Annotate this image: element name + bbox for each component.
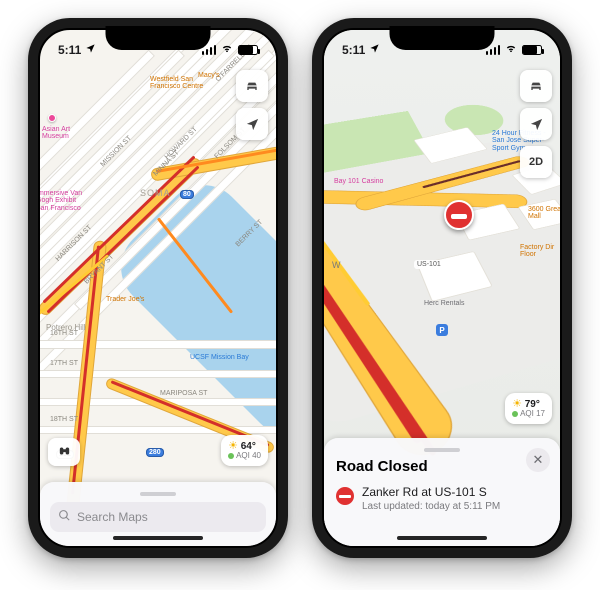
map-mode-button[interactable] [236, 70, 268, 102]
close-button[interactable]: ✕ [526, 448, 550, 472]
poi-label: Bay 101 Casino [334, 178, 383, 185]
poi-label: Potrero Hill [46, 324, 86, 332]
sheet-handle[interactable] [140, 492, 176, 496]
locate-me-button[interactable] [520, 108, 552, 140]
no-entry-icon [336, 487, 354, 505]
weather-pill[interactable]: ☀︎ 64° AQI 40 [221, 435, 268, 466]
sheet-title: Road Closed [336, 458, 550, 475]
map-mode-button[interactable] [520, 70, 552, 102]
shield-us101: US-101 [414, 260, 444, 269]
poi-label: Immersive Van Gogh Exhibit San Francisco [38, 190, 88, 212]
battery-icon [238, 45, 258, 55]
poi-label: Asian Art Museum [42, 126, 88, 141]
home-indicator[interactable] [397, 536, 487, 540]
poi-label: Macy's [198, 72, 220, 79]
location-arrow-icon [85, 43, 96, 57]
phone-right: 5:11 [312, 18, 572, 558]
road-closed-marker[interactable] [444, 200, 474, 230]
incident-title: Zanker Rd at US-101 S [362, 485, 500, 499]
look-around-button[interactable] [48, 438, 80, 466]
street-label: 17TH ST [50, 360, 78, 367]
home-indicator[interactable] [113, 536, 203, 540]
close-icon: ✕ [533, 452, 544, 468]
map[interactable]: O'FARRELL ST MISSION ST HOWARD ST FOLSOM… [40, 30, 276, 546]
search-placeholder: Search Maps [77, 510, 148, 524]
compass-label: W [332, 260, 341, 270]
sheet-handle[interactable] [424, 448, 460, 452]
street-label: 18TH ST [50, 416, 78, 423]
poi-asian-art[interactable] [48, 114, 56, 122]
wifi-icon [220, 43, 234, 57]
poi-label: Trader Joe's [106, 296, 144, 303]
notch [106, 26, 211, 50]
incident-sheet[interactable]: ✕ Road Closed Zanker Rd at US-101 S Last… [324, 438, 560, 546]
parking-icon: P [436, 324, 448, 336]
poi-label: Herc Rentals [424, 300, 464, 307]
binoculars-icon [56, 444, 73, 461]
map-3d[interactable]: Bay 101 Casino 24 Hour Fitness - San Jos… [324, 30, 560, 546]
location-arrow-icon [369, 43, 380, 57]
shield-i80: 80 [180, 190, 194, 199]
wifi-icon [504, 43, 518, 57]
search-field[interactable]: Search Maps [50, 502, 266, 532]
incident-subtitle: Last updated: today at 5:11 PM [362, 501, 500, 512]
search-icon [58, 509, 71, 525]
shield-i280: 280 [146, 448, 164, 457]
incident-row[interactable]: Zanker Rd at US-101 S Last updated: toda… [334, 483, 550, 518]
phone-left: 5:11 [28, 18, 288, 558]
poi-label: UCSF Mission Bay [190, 354, 260, 361]
locate-me-button[interactable] [236, 108, 268, 140]
clock: 5:11 [342, 43, 365, 57]
street-label: MARIPOSA ST [160, 390, 207, 397]
battery-icon [522, 45, 542, 55]
clock: 5:11 [58, 43, 81, 57]
screen: 5:11 [38, 28, 278, 548]
poi-label: Factory Dir Floor [520, 244, 562, 259]
poi-label: 3600 Great Mall [528, 206, 562, 221]
weather-pill[interactable]: ☀︎ 79° AQI 17 [505, 393, 552, 424]
notch [390, 26, 495, 50]
screen: 5:11 [322, 28, 562, 548]
view-2d-button[interactable]: 2D [520, 146, 552, 178]
